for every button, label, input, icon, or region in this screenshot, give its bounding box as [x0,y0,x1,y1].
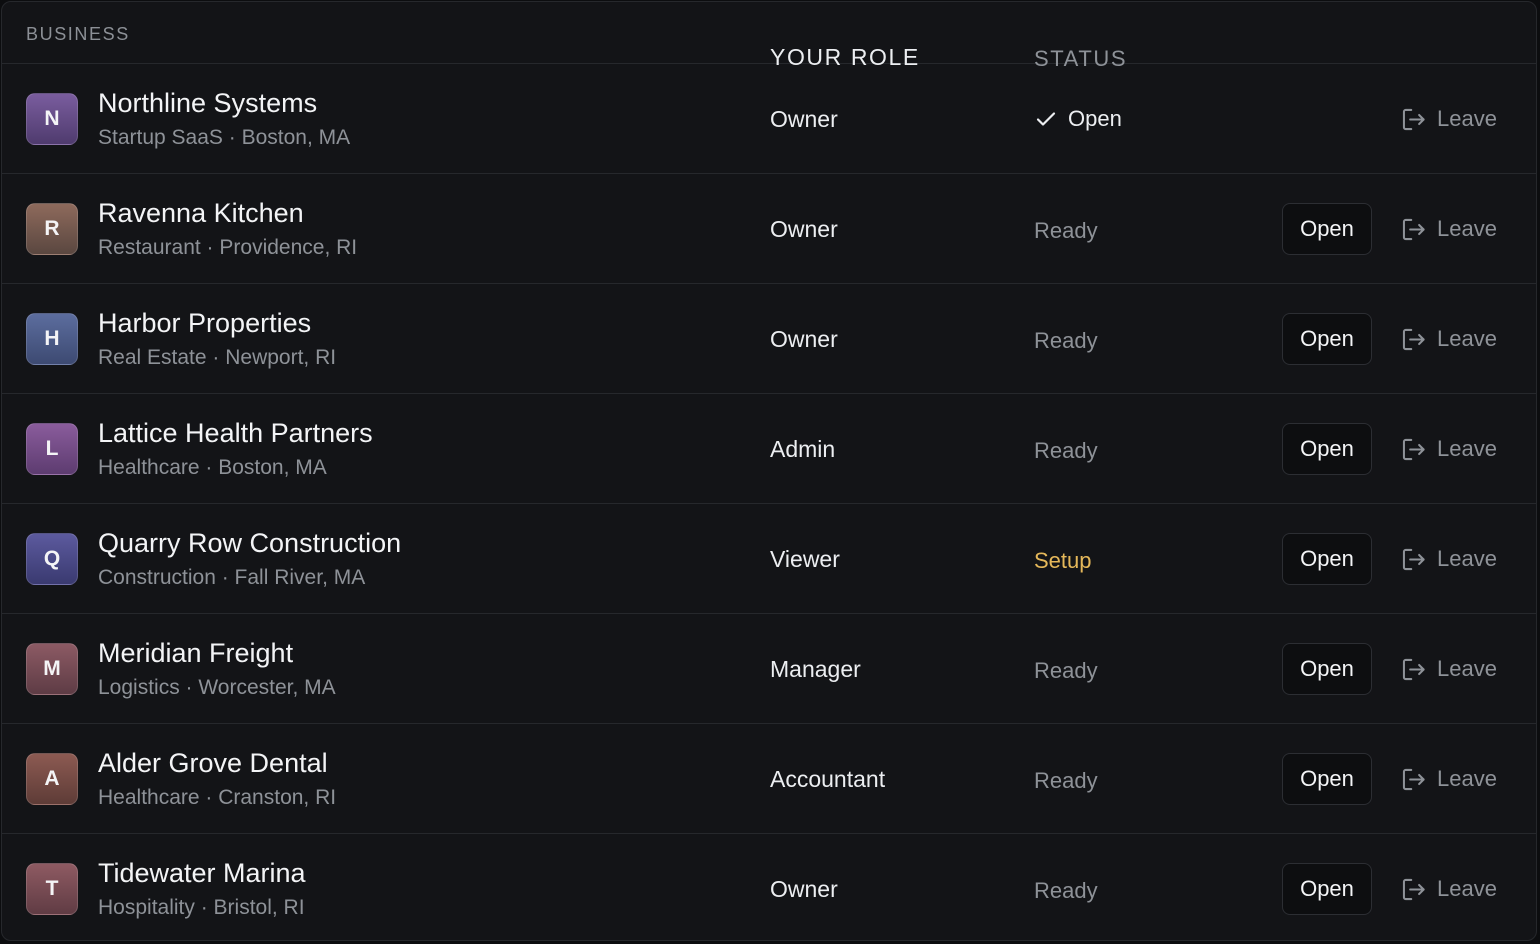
status-label: Open [1068,106,1122,131]
role-label: Viewer [770,546,840,572]
leave-label: Leave [1437,656,1497,681]
open-button[interactable]: Open [1282,313,1372,365]
leave-icon [1400,656,1427,683]
avatar: H [26,313,78,365]
checkmark-icon [1034,107,1058,131]
leave-label: Leave [1437,326,1497,351]
leave-button[interactable]: Leave [1400,433,1497,465]
avatar: Q [26,533,78,585]
table-row: T Tidewater Marina Hospitality · Bristol, … [2,834,1536,940]
table-body: N Northline Systems Startup SaaS · Boston,… [2,64,1536,940]
business-name: Ravenna Kitchen [98,198,304,228]
leave-button[interactable]: Leave [1400,543,1497,575]
business-meta: Restaurant · Providence, RI [98,236,358,259]
leave-button[interactable]: Leave [1400,763,1497,795]
leave-icon [1400,546,1427,573]
business-meta: Healthcare · Cranston, RI [98,786,337,809]
leave-icon [1400,436,1427,463]
status-badge: Ready [1034,438,1098,463]
table-row: Q Quarry Row Construction Construction · F… [2,504,1536,614]
business-meta: Construction · Fall River, MA [98,566,366,589]
avatar: L [26,423,78,475]
leave-label: Leave [1437,546,1497,571]
status-badge: Ready [1034,658,1098,683]
table-row: N Northline Systems Startup SaaS · Boston,… [2,64,1536,174]
leave-icon [1400,766,1427,793]
open-button[interactable]: Open [1282,533,1372,585]
leave-label: Leave [1437,766,1497,791]
role-label: Manager [770,656,861,682]
avatar: T [26,863,78,915]
status-badge: Ready [1034,768,1098,793]
table-row: M Meridian Freight Logistics · Worcester, … [2,614,1536,724]
business-name: Alder Grove Dental [98,748,328,778]
column-header-business: BUSINESS [26,24,130,44]
business-name: Harbor Properties [98,308,312,338]
table-header: BUSINESS YOUR ROLE STATUS [2,2,1536,71]
status-current: Open [1034,106,1122,132]
business-meta: Logistics · Worcester, MA [98,676,336,699]
leave-icon [1400,106,1427,133]
role-label: Owner [770,106,838,132]
role-label: Owner [770,216,838,242]
avatar: R [26,203,78,255]
business-name: Tidewater Marina [98,858,306,888]
status-badge: Ready [1034,878,1098,903]
status-badge: Setup [1034,548,1092,573]
role-label: Accountant [770,766,886,792]
leave-button[interactable]: Leave [1400,213,1497,245]
leave-label: Leave [1437,436,1497,461]
open-button[interactable]: Open [1282,203,1372,255]
business-meta: Healthcare · Boston, MA [98,456,327,479]
business-meta: Hospitality · Bristol, RI [98,896,305,919]
leave-label: Leave [1437,876,1497,901]
leave-icon [1400,216,1427,243]
leave-button[interactable]: Leave [1400,323,1497,355]
open-button[interactable]: Open [1282,753,1372,805]
role-label: Owner [770,876,838,902]
leave-icon [1400,326,1427,353]
open-button[interactable]: Open [1282,643,1372,695]
table-row: L Lattice Health Partners Healthcare · Bos… [2,394,1536,504]
table-row: A Alder Grove Dental Healthcare · Cranston… [2,724,1536,834]
leave-button[interactable]: Leave [1400,653,1497,685]
business-meta: Real Estate · Newport, RI [98,346,337,369]
avatar: M [26,643,78,695]
business-name: Quarry Row Construction [98,528,402,558]
leave-label: Leave [1437,106,1497,131]
business-name: Lattice Health Partners [98,418,373,448]
leave-button[interactable]: Leave [1400,103,1497,135]
table-row: H Harbor Properties Real Estate · Newport,… [2,284,1536,394]
table-row: R Ravenna Kitchen Restaurant · Providence,… [2,174,1536,284]
leave-button[interactable]: Leave [1400,873,1497,905]
leave-icon [1400,876,1427,903]
business-name: Meridian Freight [98,638,294,668]
status-badge: Ready [1034,328,1098,353]
avatar: N [26,93,78,145]
open-button[interactable]: Open [1282,863,1372,915]
business-table: BUSINESS YOUR ROLE STATUS N Northline Sys… [1,1,1537,941]
business-meta: Startup SaaS · Boston, MA [98,126,351,149]
role-label: Owner [770,326,838,352]
open-button[interactable]: Open [1282,423,1372,475]
status-badge: Ready [1034,218,1098,243]
role-label: Admin [770,436,836,462]
leave-label: Leave [1437,216,1497,241]
business-name: Northline Systems [98,88,318,118]
avatar: A [26,753,78,805]
